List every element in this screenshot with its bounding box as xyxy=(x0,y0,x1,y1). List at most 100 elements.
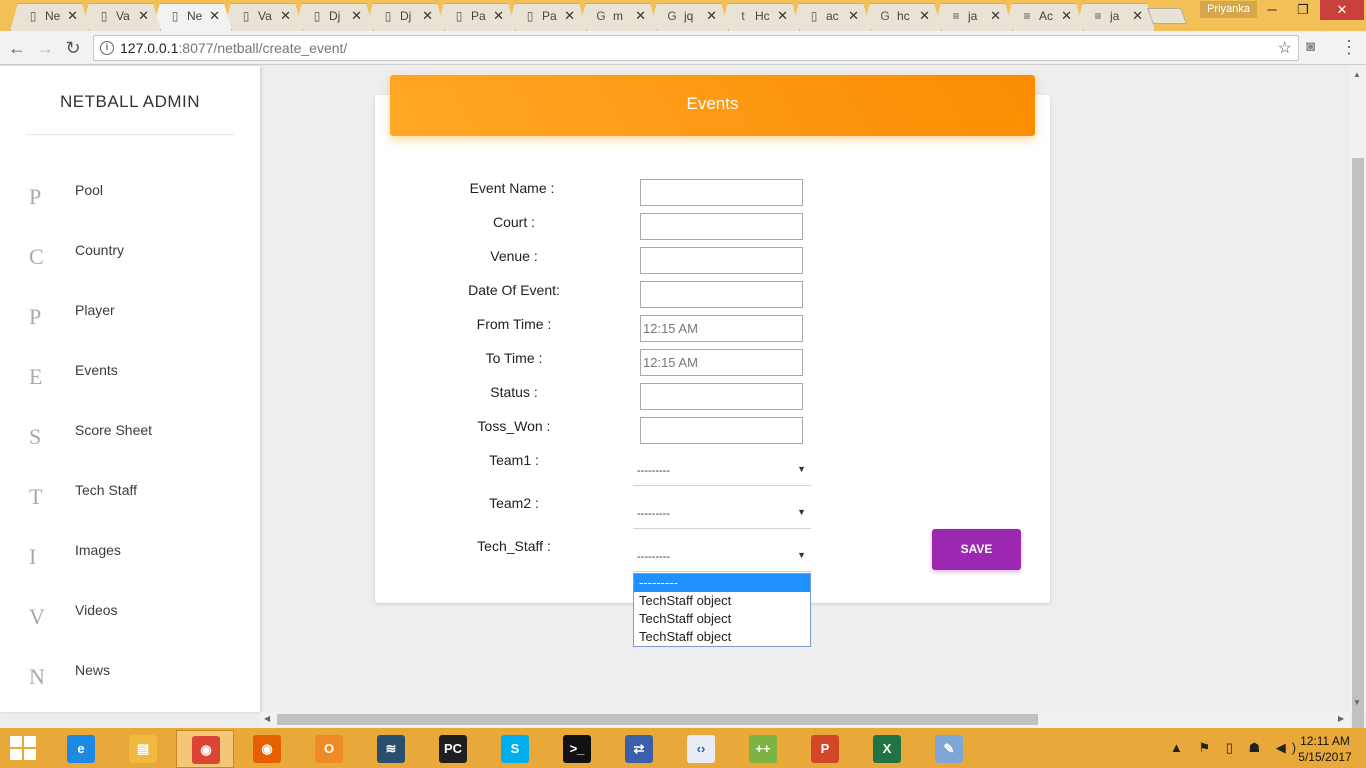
close-icon[interactable]: ✕ xyxy=(706,8,717,24)
chrome-icon: ◉ xyxy=(192,736,220,764)
url-text[interactable]: 127.0.0.1:8077/netball/create_event/ xyxy=(120,40,347,56)
scroll-right-icon[interactable]: ▶ xyxy=(1338,714,1344,723)
vertical-scroll-thumb[interactable] xyxy=(1352,158,1364,731)
sidebar-item-news[interactable]: N News xyxy=(0,660,260,700)
windows-start-icon[interactable] xyxy=(10,736,38,762)
scroll-down-icon[interactable]: ▼ xyxy=(1353,698,1361,707)
sidebar-item-player[interactable]: P Player xyxy=(0,300,260,340)
browser-tab[interactable]: ▯ Dj ✕ xyxy=(365,3,445,31)
taskbar-app[interactable]: P xyxy=(796,730,854,768)
browser-tab[interactable]: ▯ Pa ✕ xyxy=(436,3,516,31)
browser-tab[interactable]: Gm ✕ xyxy=(578,3,658,31)
taskbar-app[interactable]: ✎ xyxy=(920,730,978,768)
toss-won-field[interactable] xyxy=(640,417,803,444)
system-tray[interactable]: ▲ ⚑ ▯ ☗ ◀) xyxy=(1170,740,1302,756)
close-icon[interactable]: ✕ xyxy=(422,8,433,24)
horizontal-scroll-thumb[interactable] xyxy=(277,714,1038,725)
browser-menu-icon[interactable]: ⋮ xyxy=(1340,36,1358,58)
restore-button[interactable]: ❐ xyxy=(1288,0,1318,20)
sidebar-item-country[interactable]: C Country xyxy=(0,240,260,280)
sidebar-item-events[interactable]: E Events xyxy=(0,360,260,400)
browser-tab[interactable]: ▯ Va ✕ xyxy=(81,3,161,31)
browser-tab[interactable]: ▯ Va ✕ xyxy=(223,3,303,31)
close-icon[interactable]: ✕ xyxy=(280,8,291,24)
browser-tab[interactable]: ▯ Ne ✕ xyxy=(152,3,232,31)
scroll-left-icon[interactable]: ◀ xyxy=(264,714,270,723)
taskbar-app[interactable]: ‹› xyxy=(672,730,730,768)
close-icon[interactable]: ✕ xyxy=(67,8,78,24)
close-window-button[interactable]: ✕ xyxy=(1320,0,1364,20)
dropdown-option[interactable]: TechStaff object xyxy=(634,628,810,646)
team1-select-value: --------- xyxy=(637,465,670,477)
site-info-icon[interactable]: i xyxy=(100,41,114,55)
browser-tab[interactable]: t Hc ✕ xyxy=(720,3,800,31)
date-of-event-field[interactable] xyxy=(640,281,803,308)
taskbar-app[interactable]: X xyxy=(858,730,916,768)
taskbar-app[interactable]: ⇄ xyxy=(610,730,668,768)
bookmark-star-icon[interactable]: ☆ xyxy=(1278,38,1292,58)
dropdown-option[interactable]: --------- xyxy=(634,574,810,592)
browser-tab[interactable]: ≡ Ac ✕ xyxy=(1004,3,1084,31)
event-name-field[interactable] xyxy=(640,179,803,206)
close-icon[interactable]: ✕ xyxy=(848,8,859,24)
horizontal-scrollbar[interactable]: ◀ ▶ xyxy=(260,712,1350,728)
taskbar-app[interactable]: S xyxy=(486,730,544,768)
close-icon[interactable]: ✕ xyxy=(138,8,149,24)
profile-button[interactable]: Priyanka xyxy=(1200,1,1257,18)
close-icon[interactable]: ✕ xyxy=(990,8,1001,24)
browser-tab[interactable]: ≡ ja ✕ xyxy=(933,3,1013,31)
to-time-field[interactable]: 12:15 AM xyxy=(640,349,803,376)
sidebar-item-pool[interactable]: P Pool xyxy=(0,180,260,220)
back-icon[interactable]: ← xyxy=(6,37,28,59)
venue-field[interactable] xyxy=(640,247,803,274)
sidebar-item-videos[interactable]: V Videos xyxy=(0,600,260,640)
browser-tab[interactable]: ▯ ac ✕ xyxy=(791,3,871,31)
forward-icon[interactable]: → xyxy=(34,37,56,59)
team1-select[interactable]: --------- ▼ xyxy=(633,456,811,486)
taskbar-clock[interactable]: 12:11 AM 5/15/2017 xyxy=(1288,733,1362,765)
close-icon[interactable]: ✕ xyxy=(1132,8,1143,24)
court-field[interactable] xyxy=(640,213,803,240)
scroll-up-icon[interactable]: ▲ xyxy=(1353,70,1361,79)
tab-title: m xyxy=(613,9,623,23)
dropdown-option[interactable]: TechStaff object xyxy=(634,592,810,610)
taskbar-app[interactable]: O xyxy=(300,730,358,768)
close-icon[interactable]: ✕ xyxy=(1061,8,1072,24)
close-icon[interactable]: ✕ xyxy=(919,8,930,24)
browser-tab[interactable]: ≡ ja ✕ xyxy=(1075,3,1155,31)
taskbar-app[interactable]: e xyxy=(52,730,110,768)
sidebar-item-score-sheet[interactable]: S Score Sheet xyxy=(0,420,260,460)
minimize-button[interactable]: ─ xyxy=(1257,0,1287,20)
close-icon[interactable]: ✕ xyxy=(209,8,220,24)
sidebar-item-tech-staff[interactable]: T Tech Staff xyxy=(0,480,260,520)
taskbar-app[interactable]: ◉ xyxy=(238,730,296,768)
close-icon[interactable]: ✕ xyxy=(493,8,504,24)
browser-tab[interactable]: ▯ Pa ✕ xyxy=(507,3,587,31)
browser-tab[interactable]: ▯ Ne ✕ xyxy=(10,3,90,31)
taskbar-app[interactable]: ▤ xyxy=(114,730,172,768)
close-icon[interactable]: ✕ xyxy=(564,8,575,24)
new-tab-button[interactable] xyxy=(1147,8,1187,24)
address-bar[interactable]: i 127.0.0.1:8077/netball/create_event/ ☆ xyxy=(93,35,1299,61)
close-icon[interactable]: ✕ xyxy=(635,8,646,24)
browser-tab[interactable]: Gjq ✕ xyxy=(649,3,729,31)
close-icon[interactable]: ✕ xyxy=(777,8,788,24)
camera-icon[interactable]: ◙ xyxy=(1306,38,1315,55)
sidebar-item-images[interactable]: I Images xyxy=(0,540,260,580)
vertical-scrollbar[interactable]: ▲ ▼ xyxy=(1350,66,1366,731)
taskbar-app[interactable]: >_ xyxy=(548,730,606,768)
from-time-field[interactable]: 12:15 AM xyxy=(640,315,803,342)
team2-select[interactable]: --------- ▼ xyxy=(633,499,811,529)
taskbar-app[interactable]: ≋ xyxy=(362,730,420,768)
reload-icon[interactable]: ↻ xyxy=(62,37,84,59)
tech-staff-select[interactable]: --------- ▼ xyxy=(633,542,811,572)
status-field[interactable] xyxy=(640,383,803,410)
taskbar-app[interactable]: ◉ xyxy=(176,730,234,768)
browser-tab[interactable]: ▯ Dj ✕ xyxy=(294,3,374,31)
taskbar-app[interactable]: ++ xyxy=(734,730,792,768)
close-icon[interactable]: ✕ xyxy=(351,8,362,24)
save-button[interactable]: SAVE xyxy=(932,529,1021,570)
dropdown-option[interactable]: TechStaff object xyxy=(634,610,810,628)
taskbar-app[interactable]: PC xyxy=(424,730,482,768)
browser-tab[interactable]: Ghc ✕ xyxy=(862,3,942,31)
